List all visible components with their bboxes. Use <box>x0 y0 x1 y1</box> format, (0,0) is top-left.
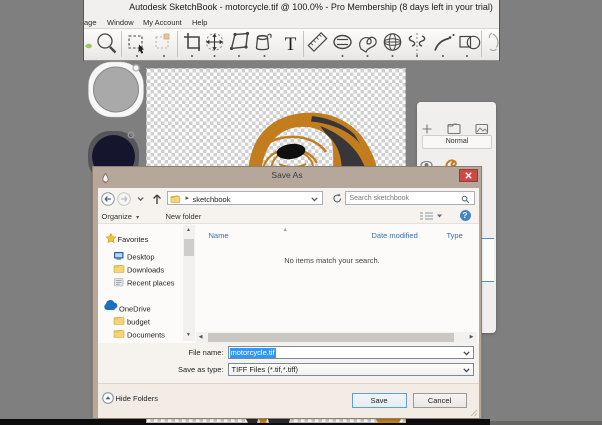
svg-text:Recent places: Recent places <box>127 279 175 288</box>
svg-text:Favorites: Favorites <box>117 235 148 244</box>
svg-text:Documents: Documents <box>127 331 165 340</box>
svg-text:budget: budget <box>127 318 151 327</box>
svg-text:T: T <box>285 34 297 55</box>
svg-text:Desktop: Desktop <box>127 253 155 262</box>
svg-text:OneDrive: OneDrive <box>119 305 151 314</box>
svg-text:Downloads: Downloads <box>127 266 164 275</box>
